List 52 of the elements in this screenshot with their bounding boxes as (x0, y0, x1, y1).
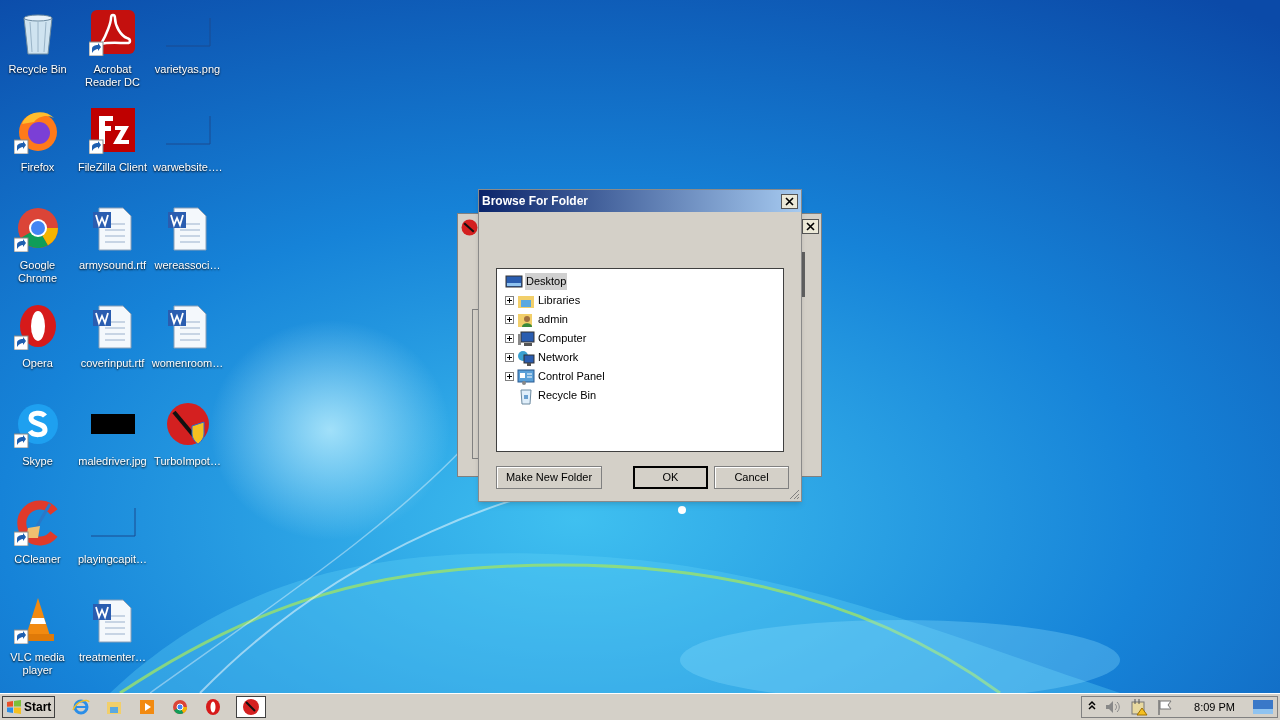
icon-label[interactable]: Recycle Bin (0, 63, 75, 76)
icon-label[interactable]: CCleaner (0, 553, 75, 566)
windows-logo-icon (6, 700, 22, 714)
icon-label[interactable]: Skype (0, 455, 75, 468)
window-title: Browse For Folder (482, 193, 588, 210)
icon-label[interactable]: varietyas.png (150, 63, 225, 76)
icon-label[interactable]: playingcapit… (75, 553, 150, 566)
icon-label[interactable]: wereassoci… (150, 259, 225, 272)
icon-label[interactable]: Opera (0, 357, 75, 370)
icon-label[interactable]: FileZilla Client (75, 161, 150, 174)
dialog-button[interactable]: Make New Folder (496, 466, 602, 489)
tree-item[interactable]: admin (537, 311, 569, 328)
close-icon[interactable] (781, 193, 798, 209)
icon-label[interactable]: Firefox (0, 161, 75, 174)
icon-label[interactable]: coverinput.rtf (75, 357, 150, 370)
shield-icon[interactable] (236, 696, 267, 718)
tree-item[interactable]: Control Panel (537, 368, 606, 385)
icon-label[interactable]: womenroom… (150, 357, 225, 370)
resize-grip-icon[interactable] (788, 488, 800, 500)
app-icon (461, 219, 478, 236)
start-button[interactable]: Start (2, 696, 56, 718)
icon-label[interactable]: Google Chrome (0, 259, 75, 285)
fz-icon[interactable] (88, 106, 137, 154)
expand-icon[interactable] (505, 334, 514, 343)
icon-label[interactable]: TurboImpot… (150, 455, 225, 468)
expand-icon[interactable] (505, 315, 514, 324)
icon-label[interactable]: warwebsite…. (150, 161, 225, 174)
dialog-button[interactable]: Cancel (714, 466, 789, 489)
pdf-icon[interactable] (88, 8, 137, 56)
computer-icon (517, 329, 535, 348)
flag-icon[interactable] (1156, 698, 1175, 716)
icon-label[interactable]: Acrobat Reader DC (75, 63, 150, 89)
expand-icon[interactable] (505, 372, 514, 381)
tree-item[interactable]: Desktop (525, 273, 568, 290)
control-panel-icon (517, 367, 535, 386)
close-icon[interactable] (802, 219, 819, 234)
tree-item[interactable]: Recycle Bin (537, 387, 598, 404)
desktop-icon (505, 272, 523, 291)
clock: 8:09 PM (1194, 699, 1235, 715)
tree-item[interactable]: Network (537, 349, 580, 366)
expand-icon[interactable] (505, 353, 514, 362)
icon-label[interactable]: armysound.rtf (75, 259, 150, 272)
tree-item[interactable]: Libraries (537, 292, 582, 309)
icon-label[interactable]: treatmenter… (75, 651, 150, 664)
tree-item[interactable]: Computer (537, 330, 588, 347)
icon-label[interactable]: maledriver.jpg (75, 455, 150, 468)
icon-label[interactable]: VLC media player (0, 651, 75, 677)
recycle-bin-icon (517, 386, 535, 405)
network-warning-icon[interactable] (1130, 698, 1149, 716)
expand-icon[interactable] (505, 296, 514, 305)
dialog-button[interactable]: OK (633, 466, 708, 489)
network-icon (517, 348, 535, 367)
